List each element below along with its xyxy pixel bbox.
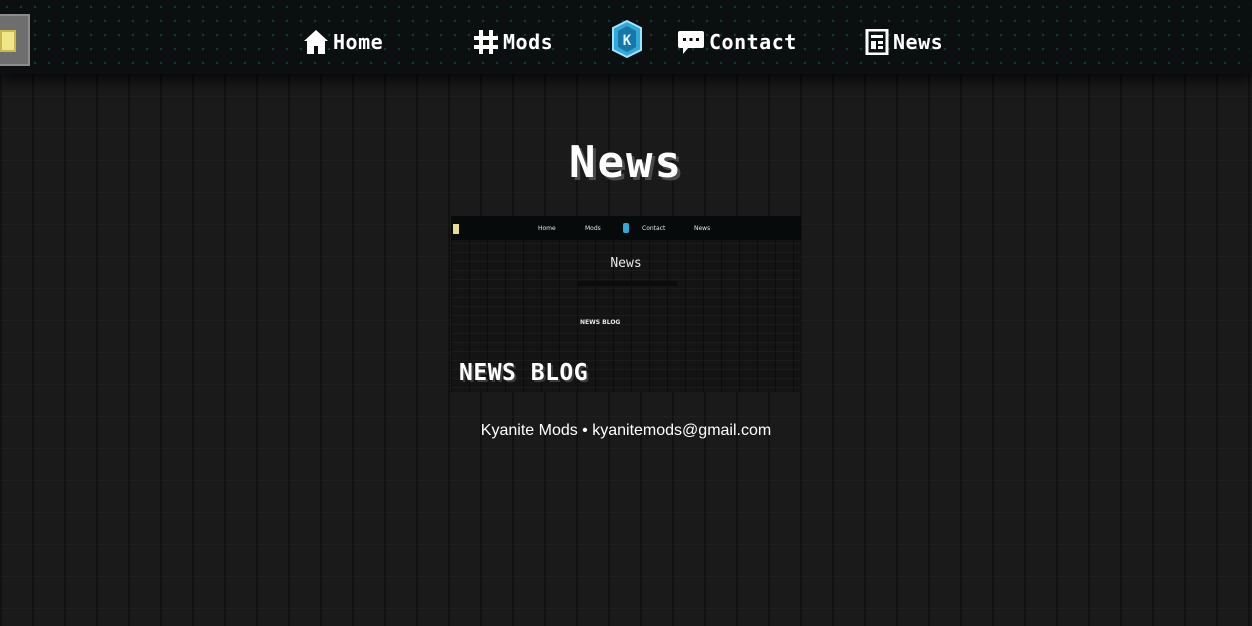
thumbnail-heading: NEWS BLOG (580, 319, 621, 326)
nav-home-label: Home (333, 30, 384, 54)
chat-bubble-icon (677, 29, 705, 55)
nav-mods-label: Mods (503, 30, 554, 54)
footer-text: Kyanite Mods • kyanitemods@gmail.com (480, 422, 772, 439)
thumbnail-navbar: Home Mods Contact News (451, 216, 801, 240)
thumbnail-image-strip (577, 281, 677, 286)
nav-news-label: News (893, 30, 944, 54)
house-icon (303, 29, 329, 55)
kyanite-logo[interactable]: K (610, 19, 644, 62)
nav-mods-link[interactable]: Mods (473, 26, 553, 58)
hashtag-icon (473, 29, 499, 55)
nav-contact-link[interactable]: Contact (677, 26, 797, 58)
nav-home-link[interactable]: Home (303, 26, 383, 58)
news-blog-heading[interactable]: NEWS BLOG (459, 360, 588, 386)
top-navbar: Home Mods K Contact News (0, 0, 1252, 74)
menu-toggle-button[interactable] (0, 14, 30, 66)
nav-news-link[interactable]: News (865, 26, 943, 58)
logo-letter: K (623, 33, 632, 49)
thumbnail-gem-icon (623, 223, 629, 233)
thumbnail-lamp-icon (453, 224, 459, 234)
thumbnail-nav-contact: Contact (642, 225, 666, 232)
thumbnail-nav-news: News (694, 225, 711, 232)
lamp-icon (0, 30, 16, 52)
kyanite-gem-icon: K (610, 19, 644, 62)
thumbnail-title: News (610, 256, 642, 271)
nav-contact-label: Contact (709, 30, 797, 54)
thumbnail-nav-mods: Mods (585, 225, 601, 232)
page-title: News (569, 137, 683, 188)
newspaper-icon (865, 29, 889, 55)
thumbnail-nav-home: Home (538, 225, 556, 232)
